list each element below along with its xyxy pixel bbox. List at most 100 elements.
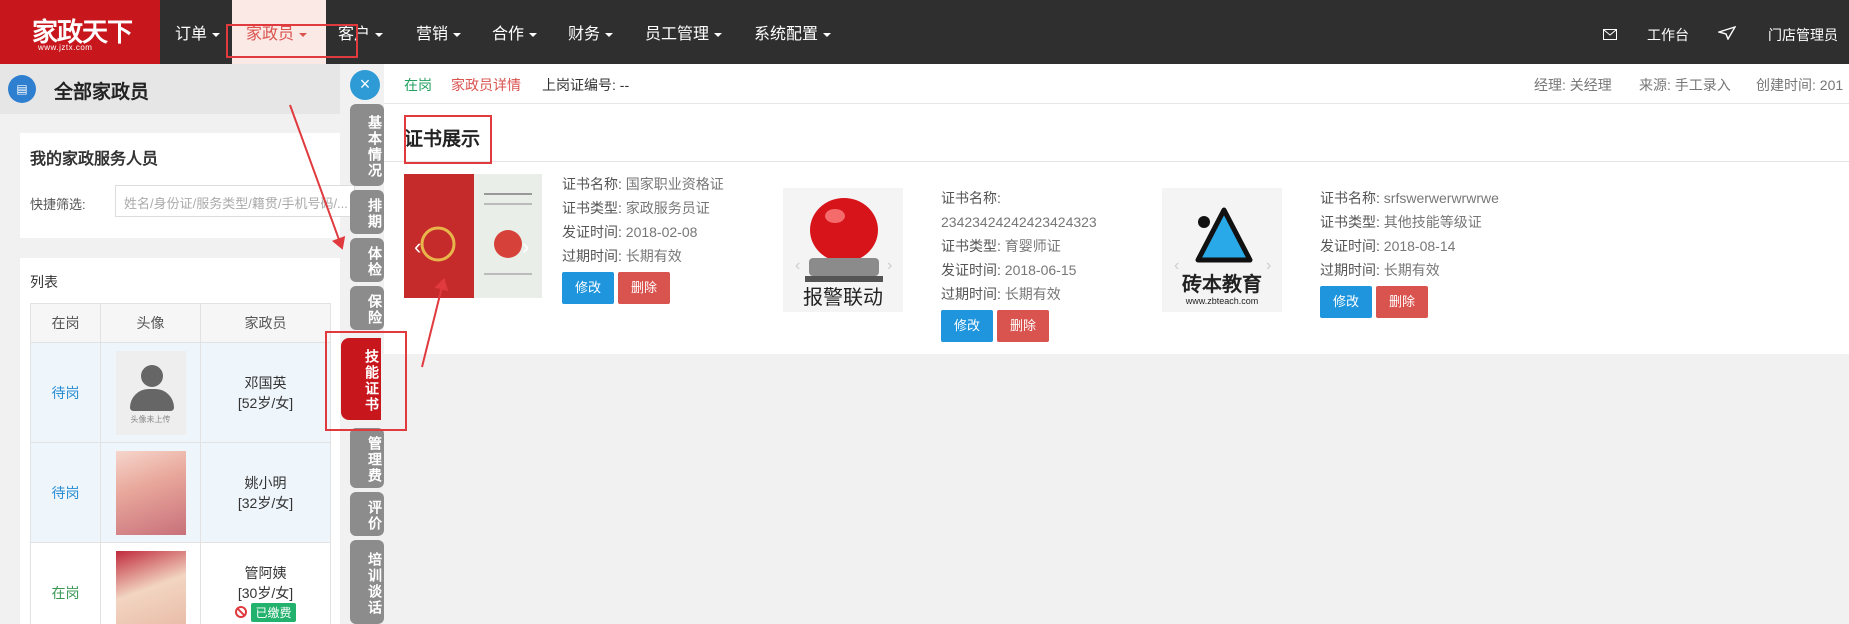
housekeeper-name: 邓国英 bbox=[244, 374, 287, 391]
cert-type-label: 证书类型: bbox=[562, 200, 622, 216]
detail-info-bar: 在岗 家政员详情 上岗证编号: -- 经理: 关经理 来源: 手工录入 创建时间… bbox=[384, 64, 1849, 104]
table-row[interactable]: 待岗 头像未上传 邓国英 [52岁/女] bbox=[30, 342, 331, 443]
nav-marketing[interactable]: 营销 bbox=[416, 0, 462, 64]
delete-button[interactable]: 删除 bbox=[618, 272, 671, 304]
nav-system[interactable]: 系统配置 bbox=[754, 0, 832, 64]
housekeeper-name: 姚小明 bbox=[244, 474, 287, 491]
cert-type: 育婴师证 bbox=[1004, 238, 1061, 254]
table-row[interactable]: 在岗 管阿姨 [30岁/女] 已缴费 bbox=[30, 542, 331, 624]
cert-expire: 长期有效 bbox=[1004, 286, 1061, 302]
housekeeper-name: 管阿姨 bbox=[244, 565, 287, 581]
avatar bbox=[115, 450, 186, 535]
edit-button[interactable]: 修改 bbox=[941, 310, 994, 342]
cert-type-label: 证书类型: bbox=[941, 238, 1001, 254]
tab-insurance[interactable]: 保险 bbox=[350, 286, 384, 330]
cert-issue-date: 2018-08-14 bbox=[1383, 238, 1456, 254]
mail-icon[interactable] bbox=[1603, 0, 1617, 64]
certificate-image[interactable]: ‹ › bbox=[404, 174, 542, 298]
cert-issue-label: 发证时间: bbox=[941, 262, 1001, 278]
close-icon[interactable]: × bbox=[350, 70, 380, 100]
user-menu[interactable]: 门店管理员 bbox=[1768, 0, 1838, 64]
nav-finance-label: 财务 bbox=[568, 26, 601, 43]
svg-text:›: › bbox=[1266, 257, 1271, 274]
svg-text:‹: ‹ bbox=[1174, 257, 1179, 274]
manager-text: 经理: 关经理 bbox=[1534, 77, 1612, 93]
ban-icon bbox=[235, 606, 248, 618]
table-header-row: 在岗 头像 家政员 bbox=[30, 303, 331, 343]
cert-type: 其他技能等级证 bbox=[1383, 214, 1482, 230]
annotation-box bbox=[325, 331, 407, 431]
nav-staff-label: 员工管理 bbox=[645, 26, 710, 43]
housekeeper-list-panel: ▤ 全部家政员 我的家政服务人员 快捷筛选: 姓名/身份证/服务类型/籍贯/手机… bbox=[0, 64, 355, 624]
avatar bbox=[115, 550, 186, 624]
cert-expire-label: 过期时间: bbox=[562, 248, 622, 264]
table-row[interactable]: 待岗 姚小明 [32岁/女] bbox=[30, 442, 331, 543]
status-text: 待岗 bbox=[51, 484, 80, 501]
filter-card: 我的家政服务人员 快捷筛选: 姓名/身份证/服务类型/籍贯/手机号码/... bbox=[20, 133, 355, 238]
avatar-placeholder-text: 头像未上传 bbox=[130, 414, 171, 424]
list-card: 列表 在岗 头像 家政员 待岗 头像未上传 邓国英 [52岁/女] 待岗 姚小明 [… bbox=[20, 258, 340, 624]
tab-basic-info[interactable]: 基本情况 bbox=[350, 104, 384, 186]
edit-button[interactable]: 修改 bbox=[562, 272, 615, 304]
cert-expire-label: 过期时间: bbox=[941, 286, 1001, 302]
cert-name-label: 证书名称: bbox=[941, 190, 1001, 206]
chevron-down-icon bbox=[605, 32, 614, 37]
chevron-down-icon bbox=[375, 32, 384, 37]
chevron-down-icon bbox=[212, 32, 221, 37]
delete-button[interactable]: 删除 bbox=[1376, 286, 1429, 318]
nav-finance[interactable]: 财务 bbox=[568, 0, 614, 64]
detail-link[interactable]: 家政员详情 bbox=[451, 75, 521, 95]
certificate-info: 证书名称: 23423424242423424323 证书类型: 育婴师证 发证… bbox=[941, 186, 1151, 342]
svg-text:›: › bbox=[887, 257, 892, 274]
svg-text:‹: ‹ bbox=[795, 257, 800, 274]
tab-training-talk[interactable]: 培训谈话 bbox=[350, 540, 384, 624]
nav-staff[interactable]: 员工管理 bbox=[645, 0, 723, 64]
person-icon bbox=[140, 364, 163, 387]
cert-expire: 长期有效 bbox=[625, 248, 682, 264]
annotation-box bbox=[226, 24, 358, 58]
certificate-info: 证书名称: 国家职业资格证 证书类型: 家政服务员证 发证时间: 2018-02… bbox=[562, 172, 724, 304]
cert-name: 23423424242423424323 bbox=[941, 214, 1097, 230]
chevron-down-icon bbox=[529, 32, 538, 37]
book-icon: ▤ bbox=[8, 75, 36, 103]
status-badge: 在岗 bbox=[404, 77, 432, 93]
tab-management-fee[interactable]: 管理费 bbox=[350, 428, 384, 488]
col-name: 家政员 bbox=[200, 303, 331, 343]
cert-name-label: 证书名称: bbox=[1320, 190, 1380, 206]
avatar: 头像未上传 bbox=[115, 350, 186, 435]
filter-label: 快捷筛选: bbox=[30, 197, 86, 212]
source-text: 来源: 手工录入 bbox=[1639, 77, 1731, 93]
certificate-image[interactable]: ‹ › 砖本教育 www.zbteach.com bbox=[1162, 188, 1282, 312]
list-title: 列表 bbox=[30, 274, 58, 290]
cert-type: 家政服务员证 bbox=[625, 200, 710, 216]
housekeeper-table: 在岗 头像 家政员 待岗 头像未上传 邓国英 [52岁/女] 待岗 姚小明 [32岁… bbox=[30, 303, 331, 624]
edit-button[interactable]: 修改 bbox=[1320, 286, 1373, 318]
svg-text:‹: ‹ bbox=[414, 234, 421, 259]
section-title: 我的家政服务人员 bbox=[30, 151, 159, 168]
svg-text:›: › bbox=[522, 234, 529, 259]
person-icon-body bbox=[129, 388, 174, 411]
housekeeper-meta: [52岁/女] bbox=[237, 394, 294, 411]
certificate-image[interactable]: ‹ › 报警联动 bbox=[783, 188, 903, 312]
certificate-info: 证书名称: srfswerwerwrwrwe 证书类型: 其他技能等级证 发证时… bbox=[1320, 186, 1499, 318]
nav-cooperation[interactable]: 合作 bbox=[492, 0, 538, 64]
housekeeper-meta: [32岁/女] bbox=[237, 494, 294, 511]
nav-orders-label: 订单 bbox=[175, 26, 208, 43]
send-icon[interactable] bbox=[1716, 0, 1737, 64]
tab-checkup[interactable]: 体检 bbox=[350, 238, 384, 282]
col-avatar: 头像 bbox=[100, 303, 201, 343]
tab-review[interactable]: 评价 bbox=[350, 492, 384, 536]
workbench-link[interactable]: 工作台 bbox=[1647, 0, 1689, 64]
housekeeper-meta: [30岁/女] bbox=[237, 585, 294, 601]
created-time: 创建时间: 201 bbox=[1756, 77, 1844, 93]
tab-schedule[interactable]: 排期 bbox=[350, 190, 384, 234]
delete-button[interactable]: 删除 bbox=[997, 310, 1050, 342]
chevron-down-icon bbox=[823, 32, 832, 37]
chevron-down-icon bbox=[714, 32, 723, 37]
status-text: 在岗 bbox=[51, 584, 80, 601]
cert-name-label: 证书名称: bbox=[562, 176, 622, 192]
cert-name: 国家职业资格证 bbox=[625, 176, 724, 192]
chevron-down-icon bbox=[453, 32, 462, 37]
nav-orders[interactable]: 订单 bbox=[175, 0, 221, 64]
logo[interactable]: 家政天下 www.jztx.com bbox=[0, 0, 160, 64]
